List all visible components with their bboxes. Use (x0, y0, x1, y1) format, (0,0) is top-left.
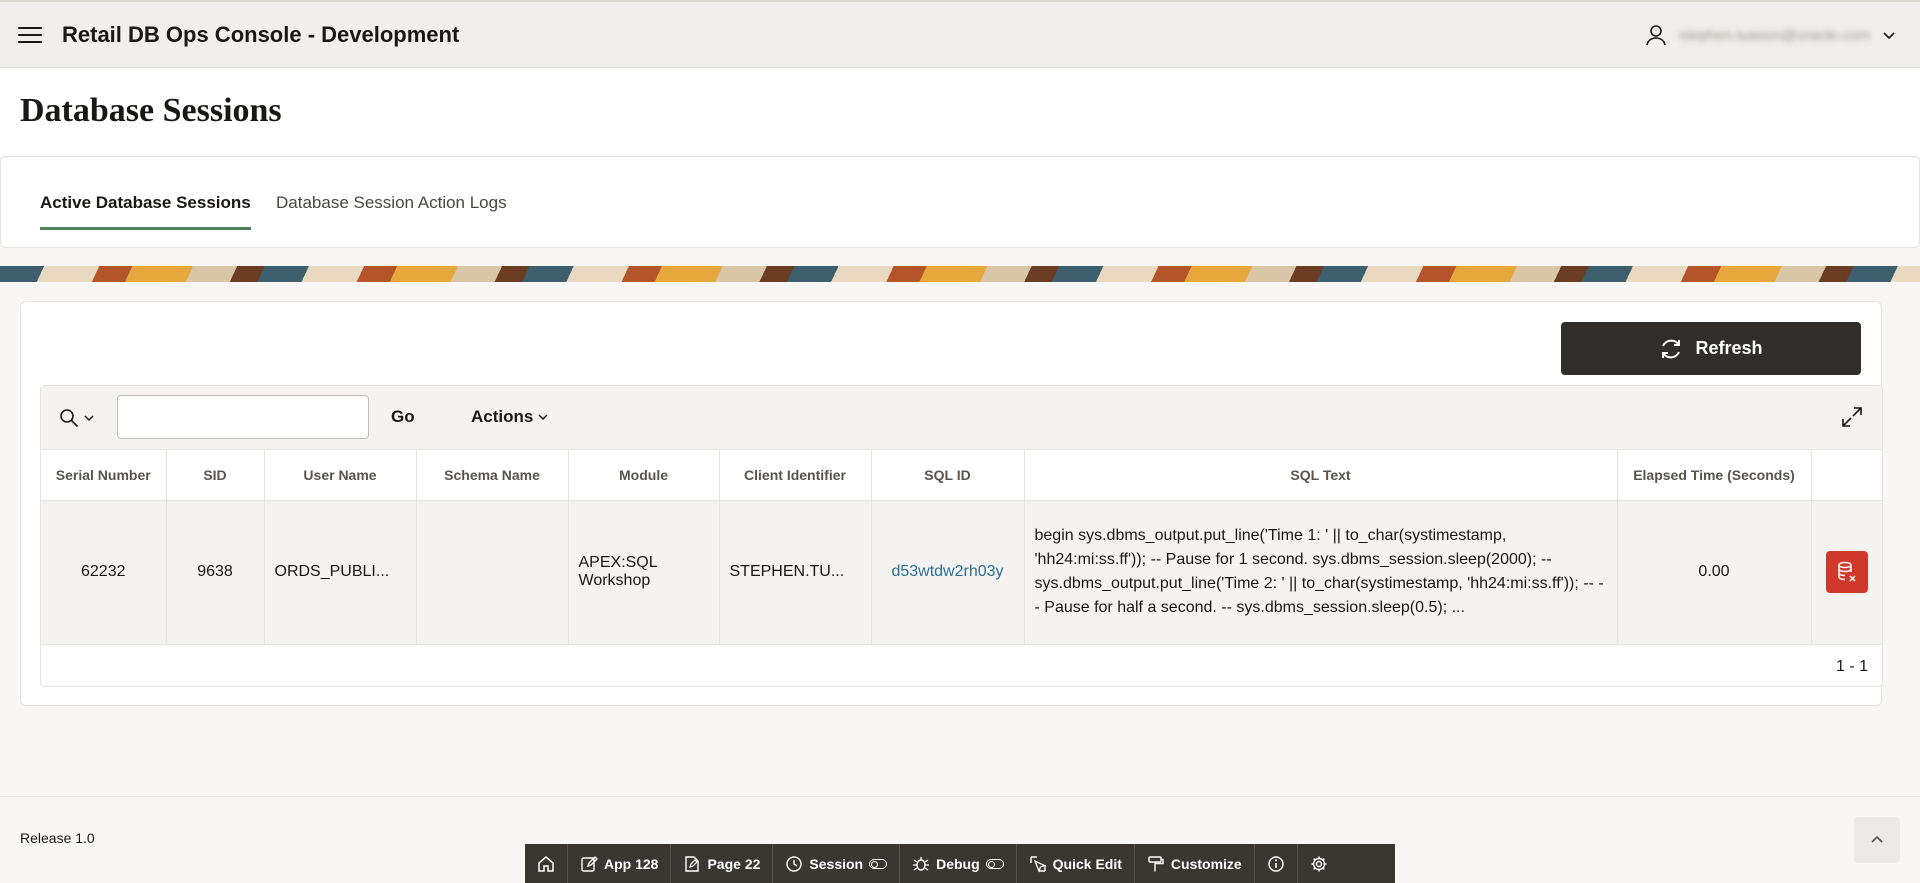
dev-debug-button[interactable]: Debug (900, 844, 1017, 883)
cell-serial-number: 62232 (41, 500, 167, 645)
actions-menu-button[interactable]: Actions (471, 407, 549, 427)
dev-app-label: App 128 (604, 855, 659, 872)
dev-info-button[interactable] (1255, 844, 1298, 883)
col-sid[interactable]: SID (166, 450, 265, 501)
search-icon (60, 409, 79, 428)
cell-user-name: ORDS_PUBLI... (264, 500, 417, 645)
dev-page-button[interactable]: Page 22 (671, 844, 774, 883)
tab-database-session-action-logs[interactable]: Database Session Action Logs (276, 193, 507, 227)
cell-sid: 9638 (166, 500, 265, 645)
pagination: 1 - 1 (1835, 658, 1868, 675)
refresh-button[interactable]: Refresh (1561, 322, 1861, 375)
bug-icon (913, 856, 930, 871)
dev-customize-button[interactable]: Customize (1135, 844, 1255, 883)
col-module[interactable]: Module (568, 450, 720, 501)
chevron-down-icon (84, 415, 94, 422)
user-icon (1646, 25, 1666, 46)
expand-button[interactable] (1840, 405, 1864, 434)
dev-quick-edit-label: Quick Edit (1052, 855, 1122, 872)
dev-settings-button[interactable] (1298, 844, 1340, 883)
dev-debug-label: Debug (936, 855, 980, 872)
dev-home-button[interactable] (525, 844, 568, 883)
release-label: Release 1.0 (20, 830, 95, 846)
col-elapsed-time[interactable]: Elapsed Time (Seconds) (1617, 450, 1812, 501)
dev-app-button[interactable]: App 128 (568, 844, 672, 883)
col-actions (1811, 450, 1882, 501)
chevron-up-icon (1871, 835, 1883, 843)
info-icon (1268, 855, 1284, 872)
dev-session-button[interactable]: Session (773, 844, 901, 883)
user-menu[interactable]: stephen.tuason@oracle.com (1645, 2, 1896, 68)
sessions-table: Serial Number SID User Name Schema Name … (41, 450, 1882, 645)
dev-session-label: Session (809, 855, 864, 872)
paint-roller-icon (1148, 855, 1164, 871)
search-input[interactable] (117, 395, 369, 439)
session-toggle-icon (869, 858, 888, 869)
actions-label: Actions (471, 407, 534, 426)
title-band: Database Sessions (0, 68, 1920, 156)
search-column-menu[interactable] (59, 408, 95, 428)
dev-quick-edit-button[interactable]: Quick Edit (1017, 844, 1135, 883)
dev-page-label: Page 22 (707, 855, 761, 872)
dev-customize-label: Customize (1170, 855, 1242, 872)
database-delete-icon (1838, 561, 1856, 582)
scroll-to-top-button[interactable] (1854, 817, 1900, 863)
col-serial-number[interactable]: Serial Number (41, 450, 167, 501)
developer-toolbar: App 128 Page 22 Session Debug Quick Edit… (525, 844, 1395, 883)
header-row: Serial Number SID User Name Schema Name … (41, 450, 1882, 501)
edit-icon (581, 855, 598, 872)
user-name: stephen.tuason@oracle.com (1678, 26, 1870, 44)
decorative-banner (0, 266, 1920, 282)
table-row: 62232 9638 ORDS_PUBLI... APEX:SQL Worksh… (41, 500, 1882, 645)
report-toolbar: Go Actions (41, 386, 1882, 450)
col-user-name[interactable]: User Name (264, 450, 417, 501)
col-sql-text[interactable]: SQL Text (1024, 450, 1618, 501)
col-client-identifier[interactable]: Client Identifier (719, 450, 872, 501)
kill-session-button[interactable] (1825, 551, 1868, 593)
footer-divider (0, 796, 1920, 797)
chevron-down-icon (538, 414, 548, 421)
cell-module: APEX:SQL Workshop (568, 500, 720, 645)
cell-schema-name (416, 500, 569, 645)
chevron-down-icon (1883, 32, 1895, 40)
app-title[interactable]: Retail DB Ops Console - Development (62, 22, 459, 48)
expand-icon (1842, 407, 1862, 427)
page-title: Database Sessions (20, 92, 282, 129)
col-sql-id[interactable]: SQL ID (871, 450, 1025, 501)
refresh-icon (1662, 339, 1681, 358)
refresh-label: Refresh (1695, 338, 1763, 358)
go-button[interactable]: Go (391, 407, 415, 427)
tab-active-database-sessions[interactable]: Active Database Sessions (40, 193, 251, 230)
session-icon (786, 855, 803, 872)
app-header: Retail DB Ops Console - Development step… (0, 0, 1920, 68)
col-schema-name[interactable]: Schema Name (416, 450, 569, 501)
sql-id-link[interactable]: d53wtdw2rh03y (891, 563, 1003, 580)
sessions-region: Refresh Go Actions Serial Number SID Use… (20, 301, 1883, 706)
tabs-region: Active Database Sessions Database Sessio… (0, 156, 1920, 248)
page-edit-icon (685, 855, 700, 872)
gear-icon (1311, 856, 1327, 871)
cell-elapsed-time: 0.00 (1617, 500, 1812, 645)
cell-client-identifier: STEPHEN.TU... (719, 500, 872, 645)
quick-edit-icon (1029, 855, 1046, 873)
interactive-report: Go Actions Serial Number SID User Name S… (40, 385, 1883, 687)
home-icon (538, 855, 554, 872)
menu-icon[interactable] (18, 26, 42, 43)
cell-sql-text: begin sys.dbms_output.put_line('Time 1: … (1024, 500, 1618, 645)
debug-toggle-icon (985, 858, 1004, 869)
